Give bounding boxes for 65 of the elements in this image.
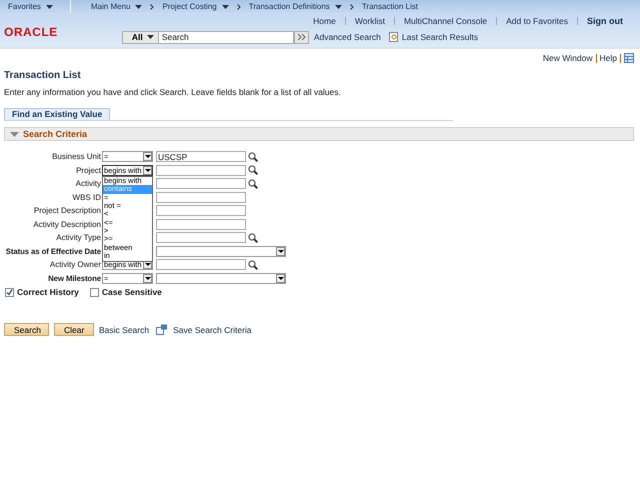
field-label: Activity Type [55,233,101,242]
value-field[interactable] [156,192,246,203]
value-field[interactable] [156,232,246,244]
basic-search-link[interactable]: Basic Search [99,324,150,334]
field-label: Business Unit [51,152,101,162]
checkbox[interactable] [5,288,14,296]
search-results-icon [388,32,399,42]
value-field[interactable] [156,259,246,270]
checkbox-label: Correct History [17,287,79,297]
search-go-button[interactable] [294,30,309,44]
field-label: Activity Description [32,220,101,229]
lookup-icon[interactable] [248,178,258,189]
value-field[interactable] [156,178,246,190]
value-field[interactable] [156,164,246,176]
double-chevron-icon [296,33,306,41]
instructions-text: Enter any information you have and click Search. Leave fields blank for a list of all values. [3,86,342,97]
chevron-icon [236,4,241,10]
dropdown-arrow-icon [143,152,152,162]
action-button[interactable]: Clear [54,323,94,336]
toolbar-link[interactable]: New Window [542,53,593,63]
breadcrumb-link[interactable]: Transaction List [356,2,424,11]
save-search-icon [156,324,168,335]
section-title: Search Criteria [23,129,88,139]
dropdown-arrow-icon [143,166,152,175]
logo: ORACLE [3,24,58,39]
lookup-icon[interactable] [248,232,258,243]
lookup-icon[interactable] [248,152,258,162]
dropdown-arrow-icon [143,274,152,283]
breadcrumb-link[interactable]: Main Menu [84,2,148,11]
lookup-icon[interactable] [248,260,258,270]
dropdown-arrow-icon [276,274,285,283]
field-label: Activity [74,179,101,188]
lookup-icon[interactable] [248,165,258,176]
value-field[interactable]: USCSP [156,151,246,162]
grid-icon[interactable] [624,53,634,63]
search-scope-dropdown[interactable]: All [122,30,159,44]
header-link[interactable]: Add to Favorites [497,16,577,26]
field-label: Activity Owner [48,260,101,270]
field-label: Project Description [32,206,101,216]
header-link[interactable]: Home [304,16,345,26]
value-field[interactable] [156,205,246,216]
save-search-criteria-link[interactable]: Save Search Criteria [173,324,252,334]
chevron-icon [350,4,354,10]
checkbox-label: Case Sensitive [102,287,162,297]
action-button[interactable]: Search [4,323,49,336]
checkbox[interactable] [90,288,99,296]
value-field[interactable] [156,218,246,230]
field-label: WBS ID [72,192,101,202]
header-link[interactable]: Worklist [346,16,394,26]
dropdown-arrow-icon [276,246,285,256]
collapse-triangle-icon [10,132,19,136]
breadcrumb-link[interactable]: Transaction Definitions [242,2,348,11]
find-existing-value-tab[interactable]: Find an Existing Value [4,108,110,120]
breadcrumb-link[interactable]: Project Costing [156,2,235,11]
search-criteria-header[interactable]: Search Criteria [4,127,634,141]
caret-icon [146,35,154,39]
page-title: Transaction List [3,69,82,81]
header-link[interactable]: MultiChannel Console [394,16,496,26]
sign-out-link[interactable]: Sign out [578,16,632,26]
toolbar-link[interactable]: Help [600,53,617,63]
last-search-results-link[interactable]: Last Search Results [402,32,478,42]
chevron-icon [150,4,154,10]
advanced-search-link[interactable]: Advanced Search [314,32,381,42]
field-label: Project [75,166,101,175]
search-field[interactable]: Search [158,30,294,44]
